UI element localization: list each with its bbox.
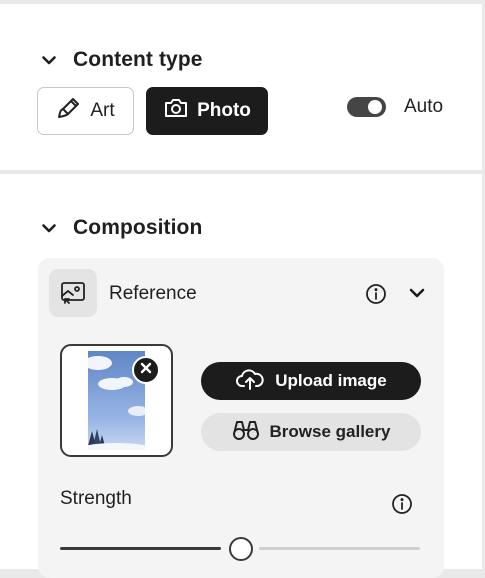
slider-track-empty (259, 547, 420, 550)
chevron-down-icon[interactable] (40, 219, 58, 237)
toggle-knob (368, 100, 382, 114)
photo-button-label: Photo (197, 100, 251, 121)
content-type-header[interactable]: Content type (40, 48, 203, 72)
close-icon (140, 361, 152, 379)
composition-panel: Composition Reference Upload image Brows… (0, 174, 482, 578)
remove-reference-button[interactable] (132, 356, 160, 384)
art-button[interactable]: Art (37, 87, 134, 135)
info-icon[interactable] (391, 493, 413, 515)
browse-gallery-button[interactable]: Browse gallery (201, 413, 421, 451)
auto-toggle-label: Auto (404, 96, 444, 117)
reference-image-icon (49, 269, 97, 317)
binoculars-icon (232, 419, 260, 446)
composition-title: Composition (73, 216, 203, 239)
composition-header[interactable]: Composition (40, 216, 202, 240)
info-icon[interactable] (365, 283, 387, 305)
reference-label: Reference (109, 283, 197, 304)
upload-image-button[interactable]: Upload image (201, 362, 421, 400)
slider-track-filled (60, 547, 221, 550)
chevron-down-icon[interactable] (40, 51, 58, 69)
strength-label: Strength (60, 488, 132, 509)
reference-card: Reference Upload image Browse gallery St… (38, 258, 444, 578)
chevron-down-icon[interactable] (408, 286, 430, 308)
photo-button[interactable]: Photo (146, 87, 268, 135)
cloud-upload-icon (235, 367, 265, 396)
brush-icon (56, 95, 82, 127)
camera-icon (163, 97, 189, 125)
content-type-title: Content type (73, 48, 203, 71)
strength-slider[interactable] (60, 536, 420, 561)
content-type-panel: Content type Art Photo Auto (0, 4, 482, 170)
browse-gallery-label: Browse gallery (269, 422, 391, 441)
auto-toggle[interactable] (347, 97, 386, 117)
upload-image-label: Upload image (275, 371, 387, 390)
auto-toggle-group: Auto (347, 96, 443, 118)
art-button-label: Art (90, 100, 115, 121)
slider-handle[interactable] (229, 537, 253, 561)
